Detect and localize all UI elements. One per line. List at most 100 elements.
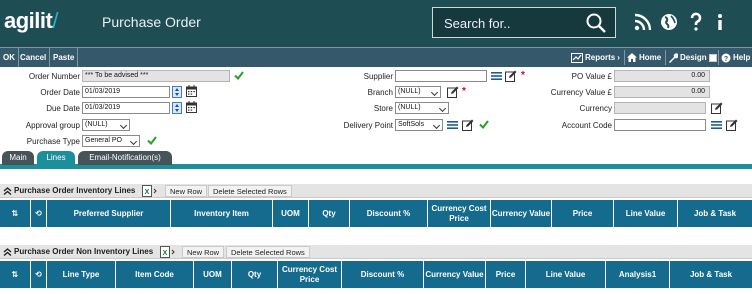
search-icon[interactable]: [585, 12, 607, 34]
currency-value-field: 0.00: [614, 86, 710, 98]
delivery-point-select[interactable]: SoftSols: [395, 119, 443, 131]
tab-lines[interactable]: Lines: [37, 151, 75, 165]
collapse-icon[interactable]: [3, 187, 12, 195]
col-currency-value[interactable]: Currency Value: [491, 200, 552, 227]
account-code-label: Account Code: [561, 121, 612, 130]
edit-icon[interactable]: [711, 102, 723, 114]
edit-icon[interactable]: [462, 119, 474, 131]
purchase-type-select[interactable]: General PO: [82, 135, 140, 147]
tab-email-notifications[interactable]: Email-Notification(s): [78, 151, 172, 165]
sort-column-icon[interactable]: ⇅: [0, 261, 31, 288]
check-icon: [479, 120, 489, 129]
design-checkbox[interactable]: [708, 53, 717, 62]
inventory-delete-rows-button[interactable]: Delete Selected Rows: [208, 185, 292, 197]
order-number-field: *** To be advised ***: [82, 70, 230, 82]
col-uom[interactable]: UOM: [273, 200, 309, 227]
approval-group-label: Approval group: [25, 121, 80, 130]
currency-value-label: Currency Value £: [550, 88, 612, 97]
due-date-label: Due Date: [46, 104, 80, 113]
col-currency-value[interactable]: Currency Value: [424, 261, 486, 288]
account-code-input[interactable]: [614, 119, 706, 131]
col-preferred-supplier[interactable]: Preferred Supplier: [47, 200, 171, 227]
col-discount[interactable]: Discount %: [350, 200, 428, 227]
po-value-label: PO Value £: [571, 72, 612, 81]
svg-text:X: X: [163, 250, 168, 257]
agilit-logo[interactable]: agilit/: [4, 8, 58, 34]
tab-main[interactable]: Main: [2, 151, 34, 165]
order-number-label: Order Number: [28, 72, 80, 81]
non-inventory-lines-titlebar: Purchase Order Non Inventory Lines X New…: [0, 245, 752, 259]
due-date-spinner[interactable]: [172, 102, 182, 114]
col-line-value[interactable]: Line Value: [526, 261, 606, 288]
col-analysis1[interactable]: Analysis1: [606, 261, 670, 288]
top-bar: agilit/ Purchase Order Search for..: [0, 0, 752, 47]
col-job-task[interactable]: Job & Task: [678, 200, 752, 227]
toolbar-divider: [624, 50, 625, 65]
home-button[interactable]: Home: [624, 48, 661, 67]
approval-group-select[interactable]: (NULL): [82, 119, 130, 131]
export-excel-icon[interactable]: X: [160, 246, 177, 258]
store-select[interactable]: (NULL): [395, 102, 449, 114]
svg-text:?: ?: [724, 56, 728, 63]
po-value-field: 0.00: [614, 70, 710, 82]
collapse-icon[interactable]: [3, 248, 12, 256]
list-icon[interactable]: [447, 120, 458, 130]
col-qty[interactable]: Qty: [232, 261, 278, 288]
export-excel-icon[interactable]: X: [142, 185, 159, 197]
col-line-value[interactable]: Line Value: [614, 200, 678, 227]
paste-button[interactable]: Paste: [50, 48, 79, 67]
action-toolbar: OK Cancel Paste Reports › Home Design ? …: [0, 47, 752, 67]
col-currency-cost-price[interactable]: Currency Cost Price: [428, 200, 491, 227]
edit-icon[interactable]: [447, 86, 459, 98]
list-icon[interactable]: [711, 120, 722, 130]
col-line-type[interactable]: Line Type: [47, 261, 116, 288]
non-inventory-new-row-button[interactable]: New Row: [182, 246, 225, 258]
col-price[interactable]: Price: [486, 261, 526, 288]
help-circle-icon: ?: [721, 53, 731, 63]
search-box[interactable]: Search for..: [432, 7, 616, 38]
calendar-icon[interactable]: [186, 101, 197, 113]
design-button[interactable]: Design: [665, 48, 717, 67]
supplier-input[interactable]: [395, 70, 487, 82]
inventory-lines-title: Purchase Order Inventory Lines: [14, 186, 136, 195]
list-icon[interactable]: [491, 71, 502, 81]
calendar-icon[interactable]: [186, 85, 197, 97]
required-star-icon: *: [462, 86, 466, 97]
order-date-spinner[interactable]: [172, 86, 182, 98]
chevron-right-icon: ›: [617, 53, 620, 62]
currency-field: [614, 102, 706, 114]
supplier-label: Supplier: [363, 72, 393, 81]
inventory-new-row-button[interactable]: New Row: [165, 185, 208, 197]
rss-icon[interactable]: [633, 12, 653, 32]
info-icon[interactable]: [710, 12, 730, 32]
refresh-icon[interactable]: ⟲: [31, 261, 47, 288]
delivery-point-label: Delivery Point: [343, 121, 393, 130]
edit-icon[interactable]: [505, 70, 517, 82]
toolbar-divider: [718, 50, 719, 65]
due-date-input[interactable]: 01/03/2019: [82, 102, 170, 114]
store-label: Store: [373, 104, 393, 113]
col-inventory-item[interactable]: Inventory Item: [171, 200, 273, 227]
globe-icon[interactable]: [659, 12, 679, 32]
non-inventory-delete-rows-button[interactable]: Delete Selected Rows: [226, 246, 310, 258]
col-qty[interactable]: Qty: [309, 200, 350, 227]
col-price[interactable]: Price: [552, 200, 614, 227]
sort-column-icon[interactable]: ⇅: [0, 200, 31, 227]
inventory-lines-titlebar: Purchase Order Inventory Lines X New Row…: [0, 184, 752, 198]
col-item-code[interactable]: Item Code: [116, 261, 194, 288]
col-job-task[interactable]: Job & Task: [670, 261, 752, 288]
help-button[interactable]: ? Help: [718, 48, 750, 67]
col-discount[interactable]: Discount %: [342, 261, 424, 288]
cancel-button[interactable]: Cancel: [17, 48, 51, 67]
reports-menu[interactable]: Reports ›: [571, 48, 620, 67]
col-currency-cost-price[interactable]: Currency Cost Price: [278, 261, 342, 288]
edit-icon[interactable]: [726, 119, 738, 131]
help-question-icon[interactable]: [686, 12, 706, 32]
search-input[interactable]: Search for..: [444, 16, 510, 31]
branch-select[interactable]: (NULL): [395, 86, 441, 98]
col-uom[interactable]: UOM: [194, 261, 232, 288]
non-inventory-grid-header: ⇅ ⟲ Line Type Item Code UOM Qty Currency…: [0, 261, 752, 288]
check-icon: [234, 71, 244, 80]
order-date-input[interactable]: 01/03/2019: [82, 86, 170, 98]
refresh-icon[interactable]: ⟲: [31, 200, 47, 227]
